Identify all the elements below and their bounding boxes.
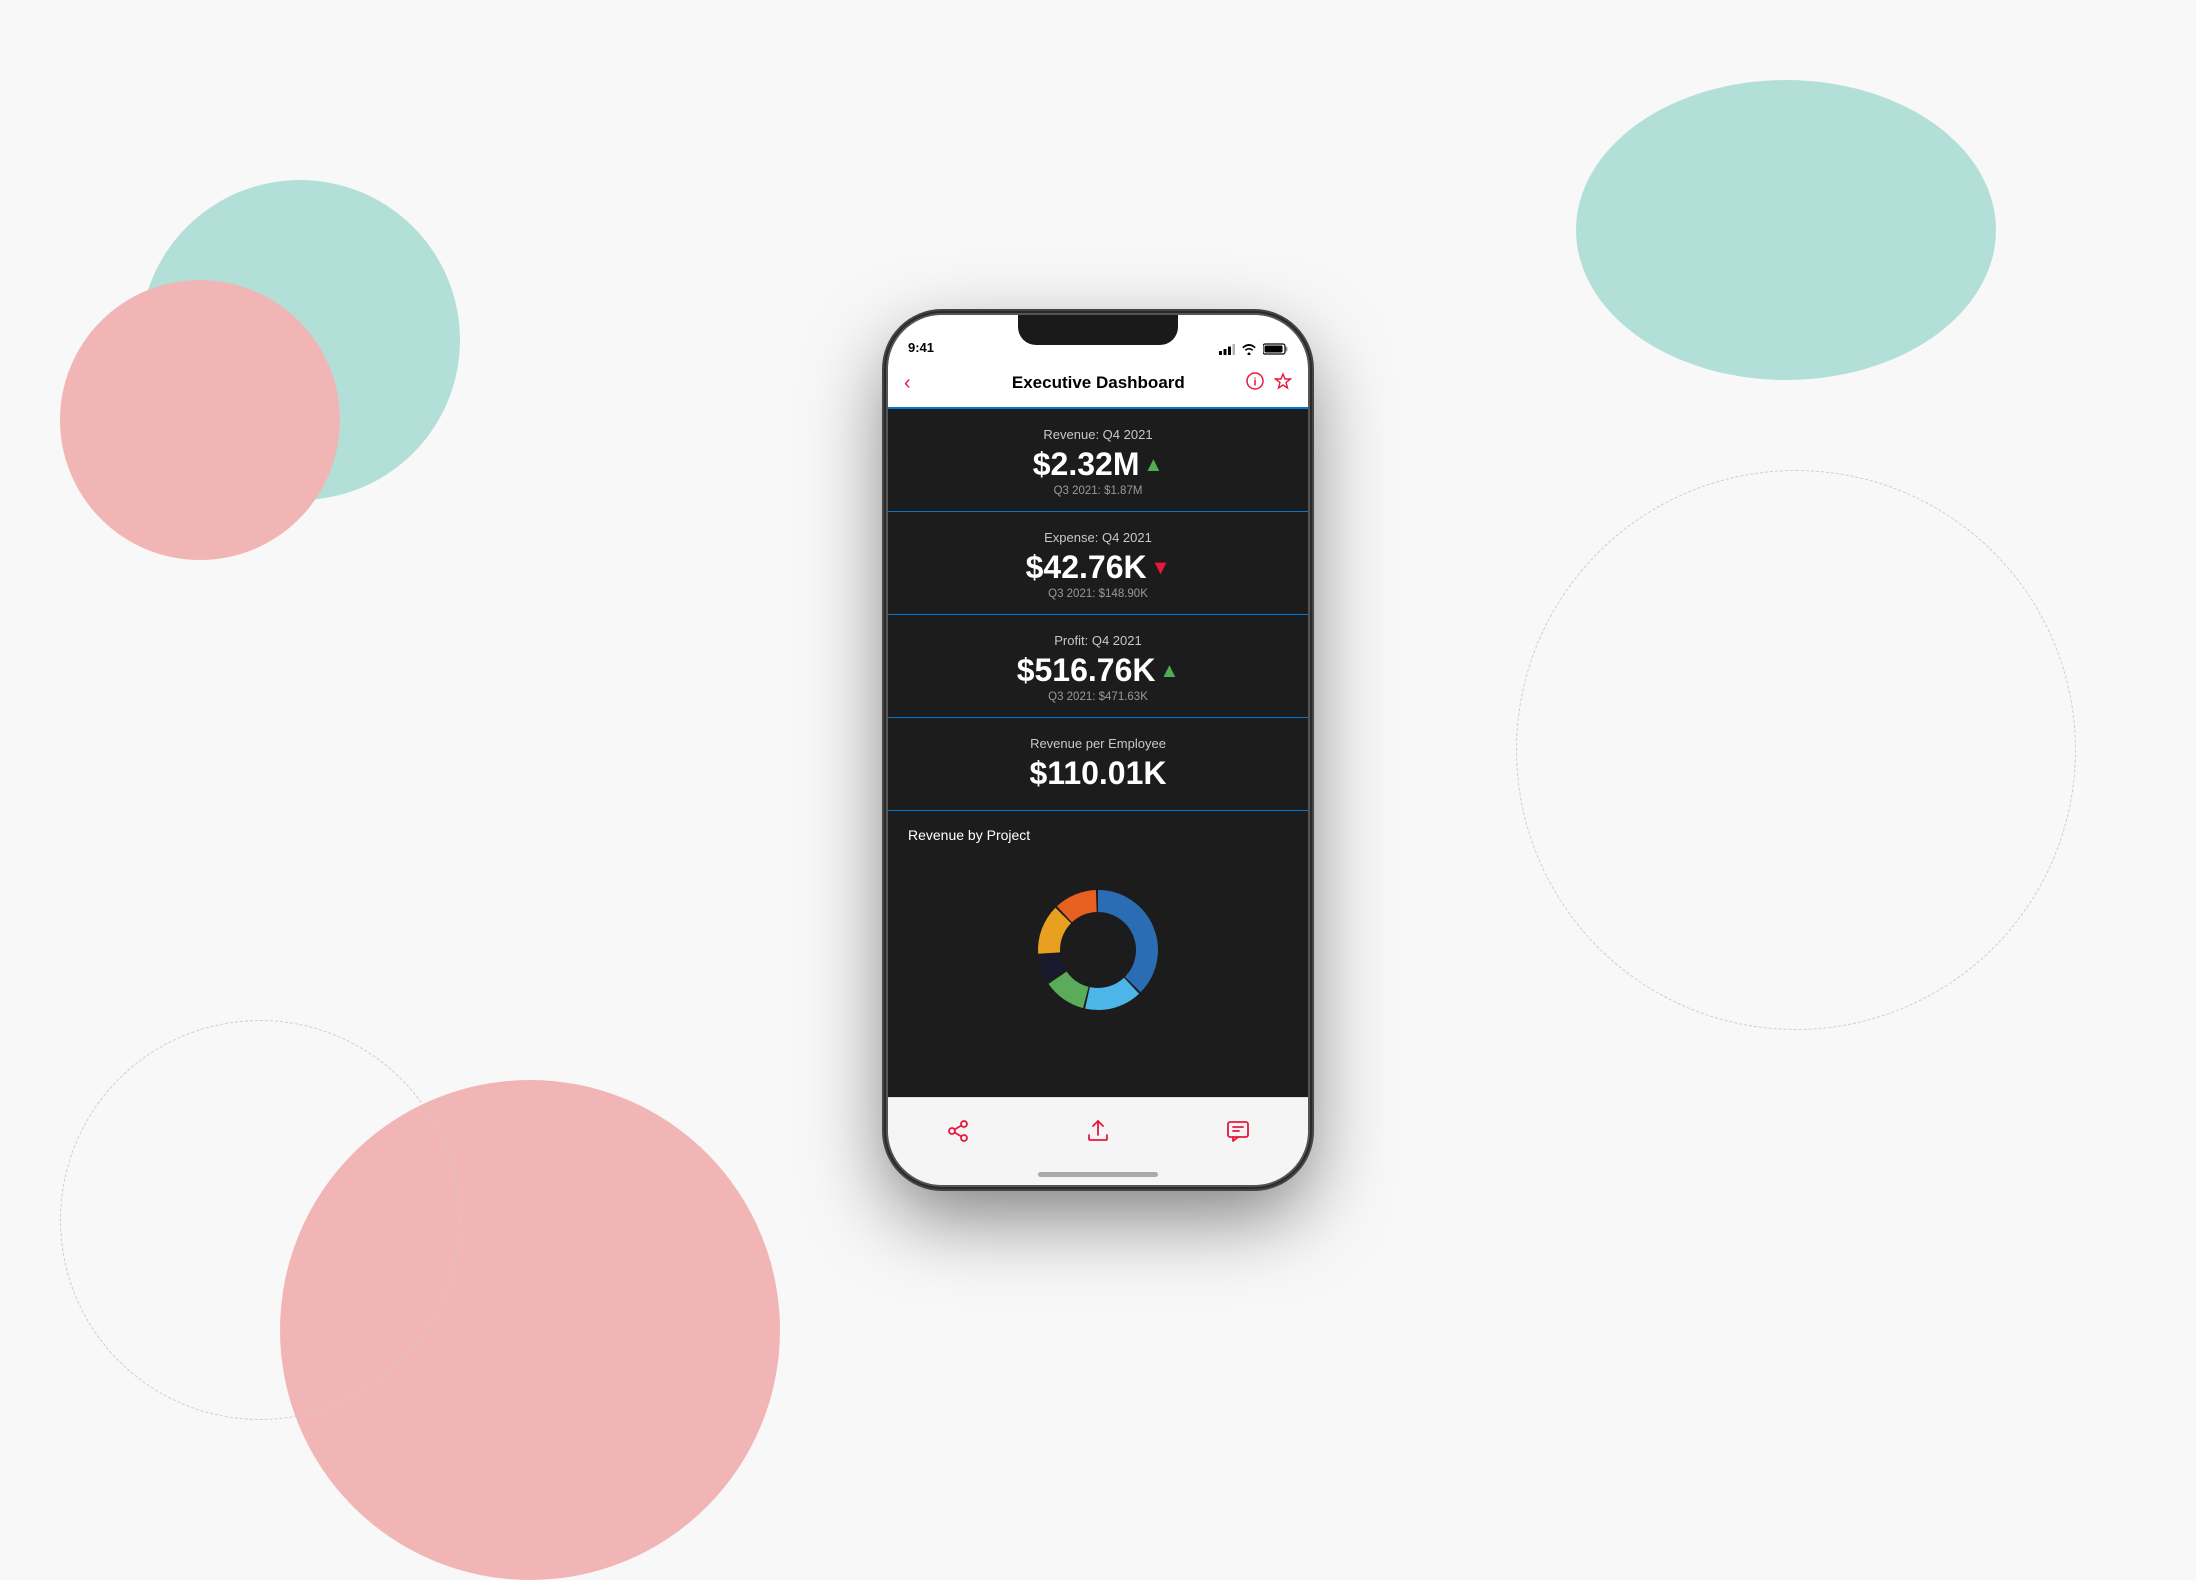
bottom-bar	[888, 1097, 1308, 1163]
expense-arrow-down: ▼	[1151, 558, 1171, 578]
nav-bar: ‹ Executive Dashboard i	[888, 359, 1308, 409]
expense-value-row: $42.76K ▼	[908, 549, 1288, 586]
expense-value: $42.76K	[1026, 549, 1147, 586]
bg-pink-left	[60, 280, 340, 560]
nav-actions: i	[1246, 372, 1292, 395]
wifi-icon	[1241, 344, 1257, 355]
upload-button[interactable]	[1087, 1119, 1109, 1143]
home-indicator	[888, 1163, 1308, 1185]
svg-text:i: i	[1253, 376, 1256, 388]
bg-dashed-circle-left	[60, 1020, 460, 1420]
bg-teal-top-right	[1576, 80, 1996, 380]
revenue-prev: Q3 2021: $1.87M	[908, 485, 1288, 497]
back-button[interactable]: ‹	[904, 372, 911, 395]
expense-label: Expense: Q4 2021	[908, 530, 1288, 545]
profit-label: Profit: Q4 2021	[908, 633, 1288, 648]
rev-per-employee-card: Revenue per Employee $110.01K	[888, 718, 1308, 811]
rev-per-employee-label: Revenue per Employee	[908, 736, 1288, 751]
revenue-label: Revenue: Q4 2021	[908, 427, 1288, 442]
screen-content: Revenue: Q4 2021 $2.32M ▲ Q3 2021: $1.87…	[888, 409, 1308, 1097]
profit-value: $516.76K	[1017, 652, 1156, 689]
profit-prev: Q3 2021: $471.63K	[908, 691, 1288, 703]
donut-chart	[1013, 865, 1183, 1035]
revenue-value-row: $2.32M ▲	[908, 446, 1288, 483]
rev-per-employee-value: $110.01K	[1029, 755, 1166, 792]
donut-wrapper	[908, 855, 1288, 1045]
expense-card: Expense: Q4 2021 $42.76K ▼ Q3 2021: $148…	[888, 512, 1308, 615]
revenue-card: Revenue: Q4 2021 $2.32M ▲ Q3 2021: $1.87…	[888, 409, 1308, 512]
profit-value-row: $516.76K ▲	[908, 652, 1288, 689]
share-button[interactable]	[946, 1119, 970, 1143]
phone-device: 9:41	[888, 315, 1308, 1185]
info-button[interactable]: i	[1246, 372, 1264, 395]
star-button[interactable]	[1274, 372, 1292, 395]
chart-title: Revenue by Project	[908, 827, 1288, 843]
revenue-arrow-up: ▲	[1143, 455, 1163, 475]
revenue-value: $2.32M	[1033, 446, 1140, 483]
battery-icon	[1263, 343, 1288, 355]
status-icons	[1219, 343, 1288, 355]
rev-per-employee-value-row: $110.01K	[908, 755, 1288, 792]
chart-card: Revenue by Project	[888, 811, 1308, 1061]
home-bar	[1038, 1172, 1158, 1177]
nav-title: Executive Dashboard	[921, 373, 1276, 393]
profit-arrow-up: ▲	[1159, 661, 1179, 681]
phone-screen: 9:41	[888, 315, 1308, 1185]
expense-prev: Q3 2021: $148.90K	[908, 588, 1288, 600]
phone-notch	[1018, 315, 1178, 345]
signal-icon	[1219, 344, 1235, 355]
comment-button[interactable]	[1226, 1119, 1250, 1143]
profit-card: Profit: Q4 2021 $516.76K ▲ Q3 2021: $471…	[888, 615, 1308, 718]
status-time: 9:41	[908, 340, 934, 355]
bg-dashed-circle-right	[1516, 470, 2076, 1030]
